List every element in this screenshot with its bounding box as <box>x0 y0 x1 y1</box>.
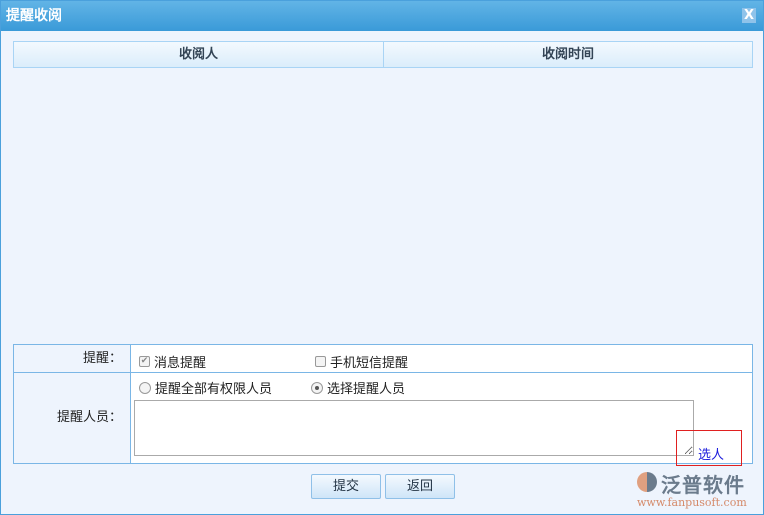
radio-select-people[interactable]: 选择提醒人员 <box>311 378 405 397</box>
radio-remind-all-label: 提醒全部有权限人员 <box>155 382 273 397</box>
pick-people-link[interactable]: 选人 <box>698 444 724 463</box>
logo-url: www.fanpusoft.com <box>637 496 747 509</box>
radio-selected-icon <box>311 381 323 394</box>
checkbox-icon <box>315 356 326 367</box>
sms-remind-checkbox[interactable]: 手机短信提醒 <box>315 352 408 371</box>
msg-remind-checkbox[interactable]: ✔ 消息提醒 <box>139 352 206 371</box>
column-header-read-time[interactable]: 收阅时间 <box>384 42 752 67</box>
table-header: 收阅人 收阅时间 <box>13 41 753 68</box>
checkbox-checked-icon: ✔ <box>139 356 150 367</box>
sms-remind-label: 手机短信提醒 <box>330 356 409 371</box>
radio-icon <box>139 381 151 394</box>
dialog-title-bar: 提醒收阅 X <box>1 1 763 31</box>
logo-name: 泛普软件 <box>661 473 745 497</box>
dialog-title: 提醒收阅 <box>6 8 62 24</box>
radio-remind-all[interactable]: 提醒全部有权限人员 <box>139 378 272 397</box>
column-header-reader[interactable]: 收阅人 <box>14 42 384 67</box>
watermark-logo: 泛普软件 www.fanpusoft.com <box>637 469 757 511</box>
close-icon[interactable]: X <box>742 8 756 23</box>
remind-label: 提醒： <box>14 345 131 373</box>
radio-select-people-label: 选择提醒人员 <box>327 382 406 397</box>
submit-button[interactable]: 提交 <box>311 474 381 499</box>
people-textarea[interactable] <box>134 400 694 456</box>
people-label: 提醒人员： <box>14 373 131 463</box>
back-button[interactable]: 返回 <box>385 474 455 499</box>
logo-icon <box>637 472 657 492</box>
dialog: 提醒收阅 X 收阅人 收阅时间 提醒： ✔ 消息提醒 手机短信提醒 提醒人员： … <box>0 0 764 515</box>
msg-remind-label: 消息提醒 <box>154 356 207 371</box>
remind-options-row <box>131 345 752 373</box>
